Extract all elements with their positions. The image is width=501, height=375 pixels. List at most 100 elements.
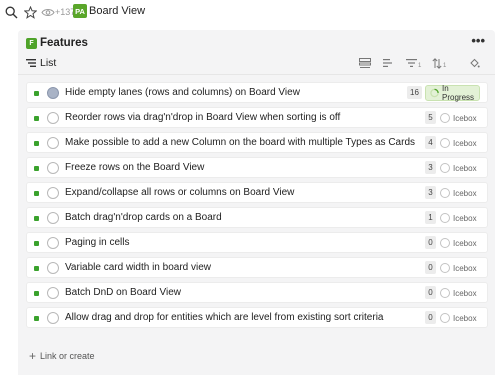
item-count-badge: 0 — [425, 261, 436, 274]
list-item-title[interactable]: Make possible to add a new Column on the… — [65, 136, 415, 150]
toolbar-divider — [18, 74, 495, 75]
assignee-placeholder-icon[interactable] — [47, 312, 59, 324]
filter-icon[interactable]: 1 — [406, 56, 421, 70]
status-label: Icebox — [453, 138, 477, 148]
item-count-badge: 16 — [407, 86, 422, 99]
assignee-placeholder-icon[interactable] — [47, 112, 59, 124]
entity-type-marker — [34, 216, 39, 221]
cards-view-icon[interactable] — [359, 56, 371, 70]
plus-icon: + — [29, 349, 37, 363]
search-icon[interactable] — [4, 5, 18, 19]
entity-type-marker — [34, 316, 39, 321]
icebox-status-icon — [440, 263, 450, 273]
icebox-status-icon — [440, 113, 450, 123]
list-item-title[interactable]: Paging in cells — [65, 236, 129, 250]
item-count-badge: 3 — [425, 186, 436, 199]
list-item-title[interactable]: Reorder rows via drag'n'drop in Board Vi… — [65, 111, 340, 125]
list-item[interactable]: Paging in cells 0 Icebox — [26, 232, 488, 253]
top-bar: +137 PA Board View — [0, 0, 501, 26]
assignee-placeholder-icon[interactable] — [47, 162, 59, 174]
project-badge: PA — [73, 4, 87, 18]
status-badge[interactable]: Icebox — [440, 187, 477, 199]
status-badge[interactable]: Icebox — [440, 312, 477, 324]
icebox-status-icon — [440, 163, 450, 173]
status-badge[interactable]: Icebox — [440, 262, 477, 274]
icebox-status-icon — [440, 138, 450, 148]
features-title: Features — [40, 37, 88, 49]
list-item[interactable]: Freeze rows on the Board View 3 Icebox — [26, 157, 488, 178]
list-item[interactable]: Make possible to add a new Column on the… — [26, 132, 488, 153]
item-count-badge: 0 — [425, 311, 436, 324]
page-title[interactable]: Board View — [89, 4, 145, 18]
item-count-badge: 1 — [425, 211, 436, 224]
in-progress-icon — [430, 88, 439, 98]
list-item-title[interactable]: Freeze rows on the Board View — [65, 161, 204, 175]
list-item[interactable]: Hide empty lanes (rows and columns) on B… — [26, 82, 488, 103]
icebox-status-icon — [440, 238, 450, 248]
list-item-title[interactable]: Expand/collapse all rows or columns on B… — [65, 186, 294, 200]
list-item-title[interactable]: Batch drag'n'drop cards on a Board — [65, 211, 222, 225]
list-item[interactable]: Batch DnD on Board View 0 Icebox — [26, 282, 488, 303]
entity-type-marker — [34, 191, 39, 196]
filter-count: 1 — [418, 62, 422, 69]
item-count-badge: 5 — [425, 111, 436, 124]
list-item-title[interactable]: Allow drag and drop for entities which a… — [65, 311, 383, 325]
list-view-icon — [26, 57, 36, 67]
status-label: Icebox — [453, 188, 477, 198]
assignee-placeholder-icon[interactable] — [47, 237, 59, 249]
icebox-status-icon — [440, 288, 450, 298]
list-item[interactable]: Allow drag and drop for entities which a… — [26, 307, 488, 328]
star-icon[interactable] — [23, 5, 37, 19]
icebox-status-icon — [440, 188, 450, 198]
status-label: Icebox — [453, 113, 477, 123]
status-label: In Progress — [442, 84, 475, 102]
entity-type-marker — [34, 91, 39, 96]
status-badge[interactable]: Icebox — [440, 112, 477, 124]
status-label: Icebox — [453, 288, 477, 298]
assignee-placeholder-icon[interactable] — [47, 212, 59, 224]
sort-icon[interactable]: 1 — [432, 56, 446, 70]
assignee-placeholder-icon[interactable] — [47, 262, 59, 274]
status-badge[interactable]: In Progress — [425, 84, 480, 102]
features-panel: F Features ••• List 1 1 Hide empty lanes… — [18, 30, 495, 375]
assignee-avatar[interactable] — [47, 87, 59, 99]
status-label: Icebox — [453, 313, 477, 323]
entity-type-marker — [34, 291, 39, 296]
item-count-badge: 0 — [425, 286, 436, 299]
group-icon[interactable] — [383, 56, 393, 70]
link-or-create-button[interactable]: + Link or create — [29, 349, 95, 363]
status-badge[interactable]: Icebox — [440, 212, 477, 224]
item-count-badge: 3 — [425, 161, 436, 174]
entity-type-marker — [34, 141, 39, 146]
eye-icon[interactable] — [41, 6, 55, 18]
item-count-badge: 0 — [425, 236, 436, 249]
list-item[interactable]: Variable card width in board view 0 Icebox — [26, 257, 488, 278]
list-item-title[interactable]: Variable card width in board view — [65, 261, 211, 275]
list-item-title[interactable]: Batch DnD on Board View — [65, 286, 181, 300]
status-label: Icebox — [453, 238, 477, 248]
view-selector[interactable]: List — [40, 56, 56, 70]
status-badge[interactable]: Icebox — [440, 237, 477, 249]
list-item-title[interactable]: Hide empty lanes (rows and columns) on B… — [65, 86, 300, 100]
entity-type-marker — [34, 241, 39, 246]
list-item[interactable]: Reorder rows via drag'n'drop in Board Vi… — [26, 107, 488, 128]
list-item[interactable]: Expand/collapse all rows or columns on B… — [26, 182, 488, 203]
features-type-badge: F — [26, 38, 37, 49]
assignee-placeholder-icon[interactable] — [47, 137, 59, 149]
status-badge[interactable]: Icebox — [440, 287, 477, 299]
entity-type-marker — [34, 166, 39, 171]
icebox-status-icon — [440, 213, 450, 223]
entity-type-marker — [34, 116, 39, 121]
assignee-placeholder-icon[interactable] — [47, 187, 59, 199]
entity-type-marker — [34, 266, 39, 271]
assignee-placeholder-icon[interactable] — [47, 287, 59, 299]
status-label: Icebox — [453, 163, 477, 173]
status-label: Icebox — [453, 263, 477, 273]
more-options-button[interactable]: ••• — [471, 34, 485, 47]
color-fill-icon[interactable] — [469, 56, 480, 70]
item-count-badge: 4 — [425, 136, 436, 149]
list-item[interactable]: Batch drag'n'drop cards on a Board 1 Icebo… — [26, 207, 488, 228]
status-badge[interactable]: Icebox — [440, 162, 477, 174]
status-badge[interactable]: Icebox — [440, 137, 477, 149]
icebox-status-icon — [440, 313, 450, 323]
